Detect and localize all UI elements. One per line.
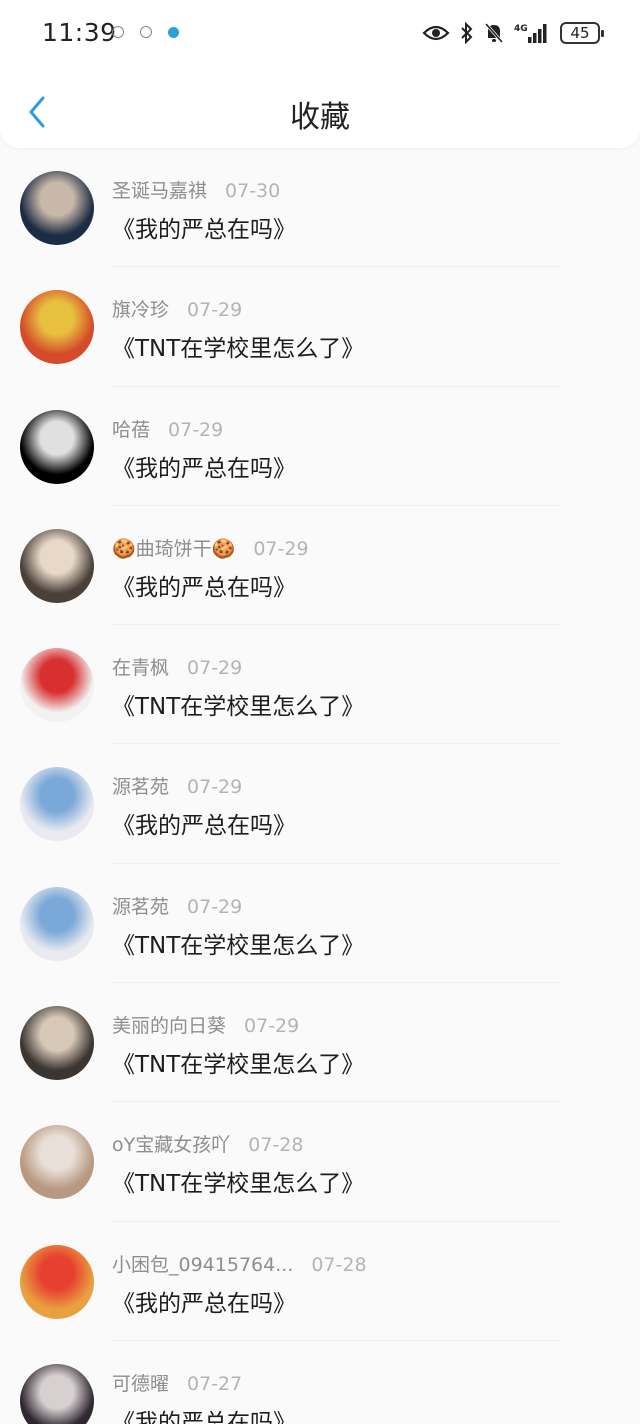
avatar[interactable] [20,767,94,842]
author-line: 可德曜 07-27 [112,1369,242,1396]
post-date: 07-29 [187,299,243,322]
avatar[interactable] [20,171,94,245]
author-name[interactable]: 源茗苑 [112,896,169,918]
post-title[interactable]: 《TNT在学校里怎么了》 [112,1164,364,1198]
battery-indicator: 45 [560,22,604,44]
list-item[interactable]: 圣诞马嘉祺 07-30 《我的严总在吗》 [0,148,640,268]
eye-icon [422,25,450,41]
author-name[interactable]: 哈蓓 [112,419,150,441]
author-line: 🍪曲琦饼干🍪 07-29 [112,534,309,561]
mute-bell-icon [484,23,504,43]
author-line: 源茗苑 07-29 [112,772,242,799]
avatar[interactable] [20,1006,94,1081]
post-title[interactable]: 《我的严总在吗》 [112,1284,296,1318]
author-line: 旗冷珍 07-29 [112,295,242,322]
post-date: 07-29 [244,1015,300,1038]
status-bar: 11:39 4G 45 [0,0,640,66]
author-name[interactable]: 可德曜 [112,1373,169,1395]
author-line: 哈蓓 07-29 [112,415,223,442]
page-title: 收藏 [290,100,350,135]
list-item[interactable]: 哈蓓 07-29 《我的严总在吗》 [0,387,640,506]
post-date: 07-27 [187,1372,243,1395]
list-item[interactable]: 源茗苑 07-29 《TNT在学校里怎么了》 [0,864,640,984]
author-name[interactable]: 🍪曲琦饼干🍪 [112,538,235,560]
author-name[interactable]: 源茗苑 [112,776,169,798]
author-line: 圣诞马嘉祺 07-30 [112,176,280,203]
avatar[interactable] [20,1125,94,1200]
post-title[interactable]: 《TNT在学校里怎么了》 [112,1045,364,1079]
list-item[interactable]: 可德曜 07-27 《我的严总在吗》 [0,1341,640,1424]
post-date: 07-29 [187,776,243,799]
system-icons: 4G 45 [422,18,604,48]
author-name[interactable]: 美丽的向日葵 [112,1015,226,1037]
post-title[interactable]: 《我的严总在吗》 [112,449,296,483]
avatar[interactable] [20,1363,94,1424]
author-line: oY宝藏女孩吖 07-28 [112,1130,303,1157]
post-title[interactable]: 《我的严总在吗》 [112,1403,296,1424]
post-date: 07-28 [311,1253,367,1276]
favorites-list: 圣诞马嘉祺 07-30 《我的严总在吗》 旗冷珍 07-29 《TNT在学校里怎么了》 哈蓓… [0,148,640,1424]
list-item[interactable]: 美丽的向日葵 07-29 《TNT在学校里怎么了》 [0,983,640,1103]
list-item[interactable]: 在青枫 07-29 《TNT在学校里怎么了》 [0,625,640,745]
author-name[interactable]: 小困包_09415764... [112,1254,293,1276]
post-title[interactable]: 《TNT在学校里怎么了》 [112,329,364,363]
notification-dot-icon [168,27,179,38]
avatar[interactable] [20,409,94,484]
author-name[interactable]: 旗冷珍 [112,299,169,321]
author-name[interactable]: oY宝藏女孩吖 [112,1134,230,1156]
author-line: 小困包_09415764... 07-28 [112,1250,367,1277]
post-date: 07-28 [248,1134,304,1157]
author-line: 在青枫 07-29 [112,653,242,680]
post-title[interactable]: 《TNT在学校里怎么了》 [112,687,364,721]
nav-bar: 收藏 [0,78,640,146]
signal-icon: 4G [514,24,547,43]
bluetooth-icon [461,22,473,44]
top-header: 11:39 4G 45 收藏 [0,0,640,148]
list-item[interactable]: 小困包_09415764... 07-28 《我的严总在吗》 [0,1222,640,1341]
post-title[interactable]: 《我的严总在吗》 [112,568,296,602]
list-item[interactable]: 旗冷珍 07-29 《TNT在学校里怎么了》 [0,267,640,387]
author-line: 美丽的向日葵 07-29 [112,1011,299,1038]
list-item[interactable]: 源茗苑 07-29 《我的严总在吗》 [0,744,640,864]
author-line: 源茗苑 07-29 [112,892,242,919]
avatar[interactable] [20,290,94,365]
post-title[interactable]: 《TNT在学校里怎么了》 [112,926,364,960]
post-title[interactable]: 《我的严总在吗》 [112,806,296,840]
avatar[interactable] [20,886,94,961]
author-name[interactable]: 圣诞马嘉祺 [112,180,207,202]
post-date: 07-29 [187,657,243,680]
author-name[interactable]: 在青枫 [112,657,169,679]
avatar[interactable] [20,1244,94,1319]
post-date: 07-29 [168,418,224,441]
status-time: 11:39 [42,18,117,47]
list-item[interactable]: oY宝藏女孩吖 07-28 《TNT在学校里怎么了》 [0,1102,640,1222]
avatar[interactable] [20,528,94,603]
notification-icon [140,26,152,38]
network-type: 4G [514,24,528,34]
notification-icon [112,26,124,38]
post-title[interactable]: 《我的严总在吗》 [112,210,296,244]
post-date: 07-29 [187,895,243,918]
avatar[interactable] [20,648,94,723]
post-date: 07-29 [253,537,309,560]
list-item[interactable]: 🍪曲琦饼干🍪 07-29 《我的严总在吗》 [0,506,640,626]
post-date: 07-30 [225,180,281,202]
